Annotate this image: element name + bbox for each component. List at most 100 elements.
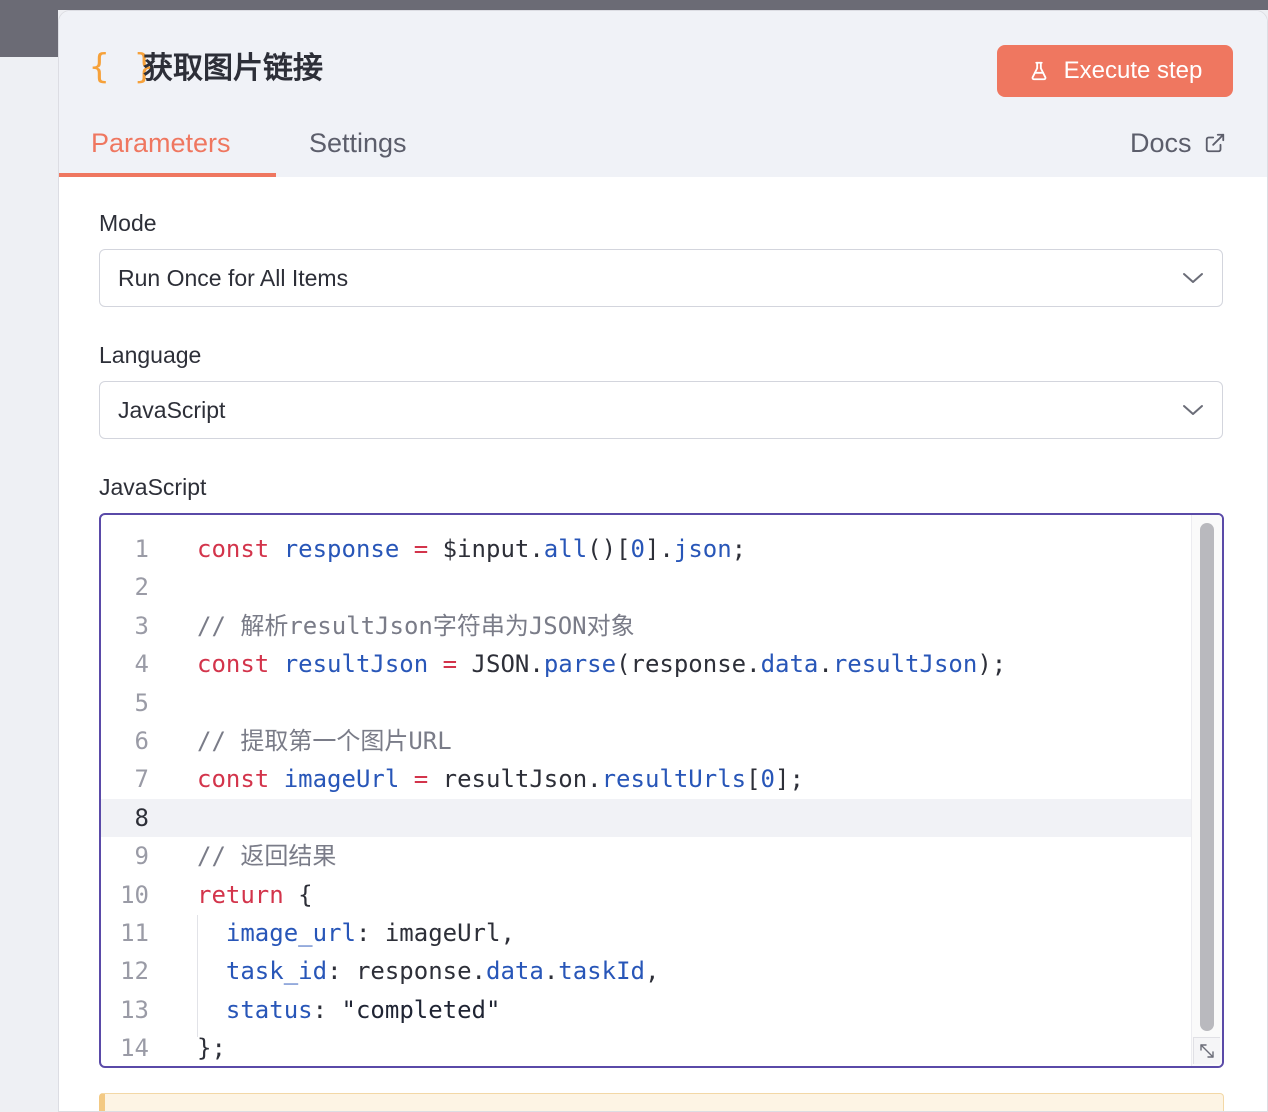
- mode-label: Mode: [99, 210, 157, 236]
- code-line[interactable]: 10 return {: [101, 876, 1192, 914]
- code-token: ;: [731, 535, 747, 563]
- language-value: JavaScript: [118, 397, 226, 423]
- code-token: resultJson: [283, 650, 429, 679]
- code-token: data: [486, 957, 544, 986]
- code-token: // 返回结果: [197, 842, 337, 871]
- code-text: task_id: response.data.taskId,: [197, 952, 660, 990]
- execute-step-label: Execute step: [1063, 57, 1203, 84]
- code-token: json: [673, 535, 732, 563]
- line-number: 3: [134, 611, 149, 640]
- code-token: resultJson: [832, 650, 978, 679]
- code-line[interactable]: 12 task_id: response.data.taskId,: [101, 952, 1192, 990]
- code-text: const response = $input.all()[0].json;: [197, 530, 746, 568]
- code-line[interactable]: 5: [101, 684, 1192, 722]
- code-token: image_url: [225, 918, 356, 947]
- code-token: task_id: [225, 957, 328, 986]
- code-token: imageUrl: [283, 765, 400, 794]
- code-token: =: [442, 650, 458, 679]
- code-token: [: [746, 765, 761, 794]
- code-token: JSON.: [457, 650, 544, 679]
- code-token: resultUrls: [601, 765, 747, 794]
- mode-select[interactable]: Run Once for All Items: [99, 249, 1223, 307]
- code-editor-label: JavaScript: [99, 474, 207, 500]
- code-token: status: [225, 995, 313, 1024]
- code-token: (response.: [616, 650, 761, 679]
- code-line[interactable]: 9 // 返回结果: [101, 837, 1192, 875]
- code-token: .: [543, 957, 559, 986]
- node-panel: { } 获取图片链接 Execute step Parameters Setti…: [58, 10, 1268, 1112]
- code-text: const resultJson = JSON.parse(response.d…: [197, 645, 1006, 683]
- code-token: // 解析resultJson字符串为JSON对象: [197, 611, 635, 640]
- execute-step-button[interactable]: Execute step: [997, 45, 1233, 97]
- code-token: $input.: [428, 535, 544, 563]
- docs-label: Docs: [1130, 128, 1192, 158]
- chevron-down-icon: [1183, 405, 1203, 415]
- code-token: // 提取第一个图片URL: [197, 726, 452, 755]
- code-line[interactable]: 2: [101, 568, 1192, 606]
- line-number: 11: [120, 918, 149, 947]
- code-line[interactable]: 1 const response = $input.all()[0].json;: [101, 530, 1192, 568]
- docs-link[interactable]: Docs: [1130, 123, 1226, 163]
- code-token: const: [197, 765, 270, 794]
- code-token: {: [283, 880, 313, 909]
- code-token: const: [197, 650, 270, 679]
- resize-icon: [1200, 1044, 1214, 1058]
- scrollbar-thumb[interactable]: [1200, 523, 1214, 1031]
- tab-parameters[interactable]: Parameters: [91, 123, 231, 163]
- code-text: // 提取第一个图片URL: [197, 722, 452, 760]
- code-token: :: [312, 995, 342, 1024]
- code-line[interactable]: 8: [101, 798, 1192, 838]
- code-text: // 返回结果: [197, 837, 336, 875]
- code-text: image_url: imageUrl,: [197, 914, 515, 952]
- code-token: ,: [644, 957, 660, 986]
- code-token: ].: [644, 535, 674, 563]
- resize-handle[interactable]: [1193, 1037, 1220, 1064]
- external-link-icon: [1205, 133, 1224, 153]
- line-number: 5: [134, 688, 149, 717]
- editor-scrollbar[interactable]: [1191, 515, 1222, 1066]
- code-token: response: [283, 535, 400, 563]
- code-line[interactable]: 14};: [101, 1029, 1192, 1066]
- code-line[interactable]: 4 const resultJson = JSON.parse(response.…: [101, 645, 1192, 683]
- code-token: .: [818, 650, 833, 679]
- line-number: 10: [120, 880, 149, 909]
- code-lines[interactable]: 1 const response = $input.all()[0].json; 2…: [101, 530, 1192, 1066]
- code-token: =: [413, 535, 429, 563]
- code-editor[interactable]: 1 const response = $input.all()[0].json; 2…: [99, 513, 1224, 1068]
- line-number: 6: [134, 726, 149, 755]
- code-line[interactable]: 13 status: "completed": [101, 991, 1192, 1029]
- code-token: =: [413, 765, 429, 794]
- canvas-side: [0, 57, 58, 1100]
- code-token: ()[: [587, 535, 631, 563]
- line-number: 8: [134, 803, 149, 832]
- line-number: 1: [134, 535, 149, 563]
- tab-settings[interactable]: Settings: [309, 123, 407, 163]
- code-token: return: [197, 880, 284, 909]
- line-number: 12: [120, 957, 149, 986]
- chevron-down-icon: [1183, 273, 1203, 283]
- code-line[interactable]: 3 // 解析resultJson字符串为JSON对象: [101, 607, 1192, 645]
- line-number: 13: [120, 995, 149, 1024]
- code-token: "completed": [341, 995, 501, 1024]
- code-token: all: [543, 535, 588, 563]
- indent-guide: [197, 915, 198, 1037]
- notice-banner: [99, 1093, 1224, 1111]
- code-token: );: [977, 650, 1007, 679]
- code-line[interactable]: 6 // 提取第一个图片URL: [101, 722, 1192, 760]
- line-number: 14: [120, 1034, 149, 1063]
- code-token: };: [197, 1034, 226, 1063]
- code-token: : response.: [327, 957, 487, 986]
- language-select[interactable]: JavaScript: [99, 381, 1223, 439]
- node-title[interactable]: 获取图片链接: [143, 47, 323, 91]
- line-number: 7: [134, 765, 149, 794]
- code-token: resultJson.: [428, 765, 602, 794]
- code-line[interactable]: 11 image_url: imageUrl,: [101, 914, 1192, 952]
- code-line[interactable]: 7 const imageUrl = resultJson.resultUrls[…: [101, 760, 1192, 798]
- code-text: return {: [197, 876, 313, 914]
